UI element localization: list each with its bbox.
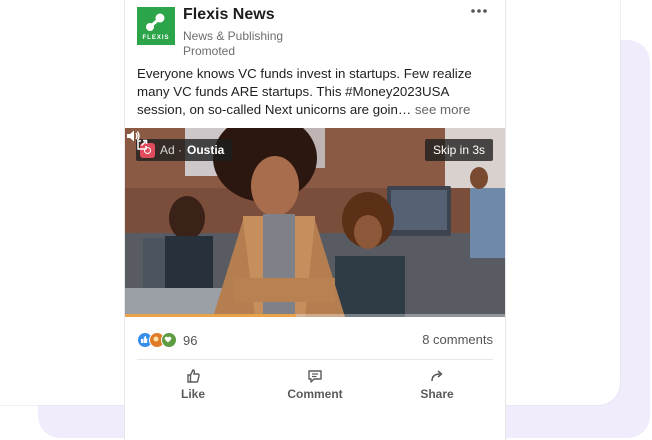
social-counts: 96 8 comments bbox=[137, 330, 493, 352]
share-label: Share bbox=[420, 387, 454, 401]
thumbs-up-icon bbox=[187, 369, 200, 383]
more-options-button[interactable] bbox=[469, 6, 489, 20]
skip-ad-button[interactable]: Skip in 3s bbox=[424, 139, 493, 161]
post-actions: Like Comment Share bbox=[125, 364, 505, 404]
video-progress-track[interactable] bbox=[125, 314, 505, 317]
comment-button[interactable]: Comment bbox=[270, 364, 360, 404]
volume-icon[interactable] bbox=[125, 128, 141, 144]
actions-divider bbox=[137, 359, 493, 360]
promoted-label: Promoted bbox=[183, 44, 236, 58]
ad-badge[interactable]: Ad · Oustia bbox=[136, 139, 233, 161]
ad-label: Ad · bbox=[160, 143, 183, 157]
more-horizontal-icon bbox=[471, 9, 487, 13]
comments-count-link[interactable]: 8 comments bbox=[422, 332, 493, 347]
video-progress-fill bbox=[125, 314, 296, 317]
logo-text: FLEXIS bbox=[142, 35, 170, 41]
advertiser-name: Oustia bbox=[187, 143, 225, 157]
share-button[interactable]: Share bbox=[392, 364, 482, 404]
support-reaction-icon bbox=[161, 332, 177, 348]
comment-icon bbox=[308, 370, 322, 383]
reaction-count: 96 bbox=[183, 332, 198, 348]
company-logo[interactable]: FLEXIS bbox=[137, 7, 175, 45]
post-header: FLEXIS Flexis News News & Publishing Pro… bbox=[137, 6, 497, 58]
comment-label: Comment bbox=[287, 387, 343, 401]
like-button[interactable]: Like bbox=[148, 364, 238, 404]
marketing-stage: FLEXIS Flexis News News & Publishing Pro… bbox=[0, 0, 652, 440]
like-label: Like bbox=[180, 387, 205, 401]
post-body: Everyone knows VC funds invest in startu… bbox=[137, 65, 497, 119]
company-name[interactable]: Flexis News bbox=[183, 6, 275, 24]
sponsored-post-card: FLEXIS Flexis News News & Publishing Pro… bbox=[124, 0, 506, 440]
company-industry: News & Publishing bbox=[183, 29, 284, 43]
video-player[interactable]: Ad · Oustia Skip in 3s bbox=[125, 128, 505, 317]
reactions-summary[interactable]: 96 bbox=[137, 332, 197, 348]
share-arrow-icon bbox=[431, 370, 443, 382]
see-more-link[interactable]: see more bbox=[415, 102, 470, 117]
